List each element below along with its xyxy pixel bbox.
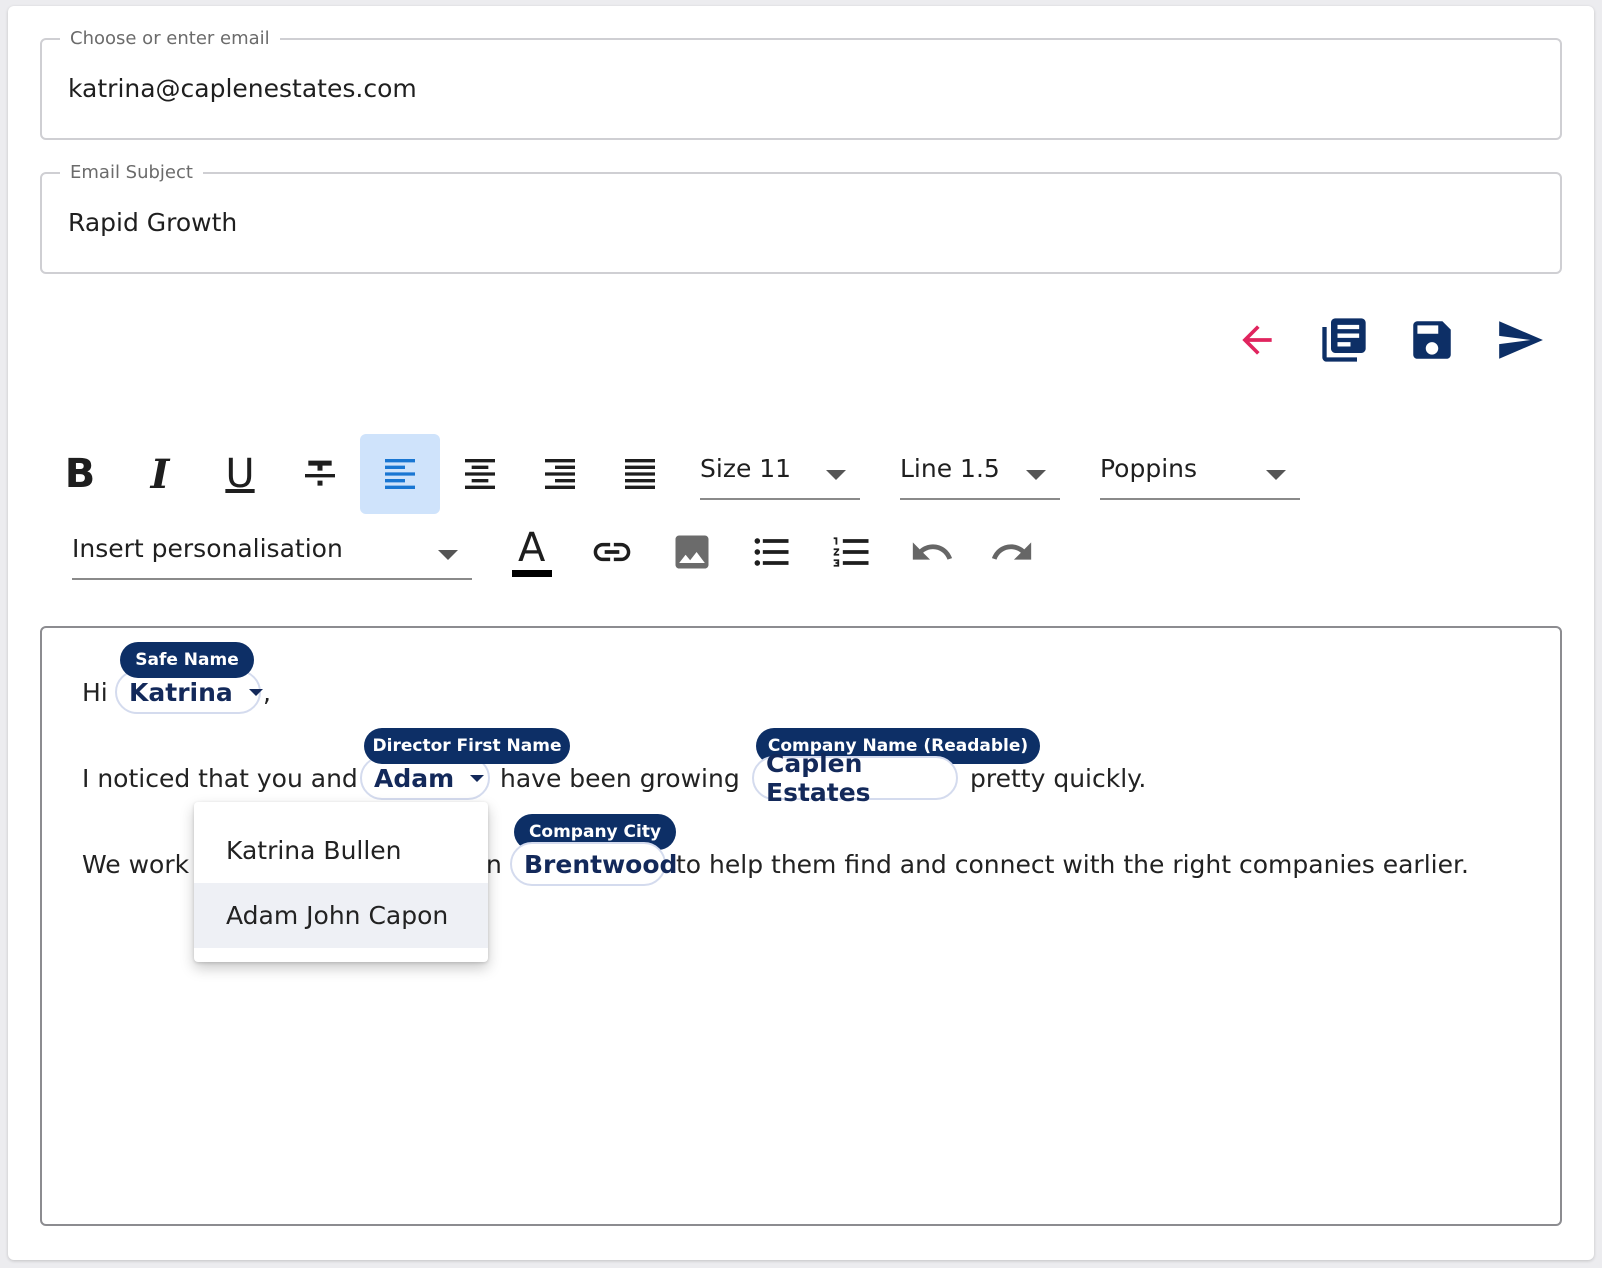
font-family-select[interactable]: Poppins — [1100, 444, 1300, 500]
send-icon — [1499, 321, 1543, 359]
insert-image-button[interactable] — [662, 522, 722, 582]
insert-link-button[interactable] — [582, 522, 642, 582]
personalisation-chip-company-city[interactable]: Brentwood — [510, 842, 677, 886]
director-name-dropdown: Katrina Bullen Adam John Capon — [194, 802, 488, 962]
subject-field-value[interactable]: Rapid Growth — [68, 208, 237, 237]
font-size-value: Size 11 — [700, 454, 792, 483]
text-color-bar — [512, 570, 552, 577]
underline-icon: U — [225, 451, 255, 497]
link-icon — [593, 542, 631, 562]
text-color-button[interactable]: A — [502, 522, 562, 582]
subject-field-label: Email Subject — [60, 162, 203, 183]
bulleted-list-icon — [754, 538, 789, 566]
italic-icon: I — [150, 450, 170, 498]
subject-field[interactable]: Email Subject Rapid Growth — [40, 162, 1562, 274]
align-center-icon — [465, 459, 495, 489]
body-text: n — [486, 850, 502, 879]
bold-icon: B — [64, 451, 96, 497]
chevron-down-icon — [1026, 470, 1046, 480]
back-arrow-icon — [1242, 325, 1272, 355]
align-left-icon — [385, 459, 415, 489]
back-button[interactable] — [1229, 312, 1285, 368]
template-icon — [1322, 318, 1366, 362]
align-right-button[interactable] — [520, 434, 600, 514]
chevron-down-icon — [248, 688, 263, 696]
body-text: have been growing — [500, 764, 740, 793]
chevron-down-icon — [826, 470, 846, 480]
chip-value: Adam — [374, 763, 455, 793]
send-button[interactable] — [1492, 312, 1548, 368]
email-field[interactable]: Choose or enter email katrina@caplenesta… — [40, 28, 1562, 140]
strikethrough-button[interactable] — [280, 434, 360, 514]
align-justify-icon — [625, 459, 655, 489]
line-height-select[interactable]: Line 1.5 — [900, 444, 1060, 500]
body-text: I noticed that you and — [82, 764, 358, 793]
body-text: Hi — [82, 678, 108, 707]
personalisation-chip-company-name[interactable]: Caplen Estates — [752, 749, 958, 807]
justify-button[interactable] — [600, 434, 680, 514]
undo-icon — [912, 542, 953, 560]
email-field-value[interactable]: katrina@caplenestates.com — [68, 74, 417, 103]
tag-safe-name: Safe Name — [120, 642, 254, 678]
text-color-letter: A — [518, 525, 546, 571]
save-icon — [1413, 321, 1451, 359]
strikethrough-icon — [305, 460, 335, 486]
font-family-value: Poppins — [1100, 454, 1198, 483]
body-text: We work — [82, 850, 190, 879]
save-button[interactable] — [1404, 312, 1460, 368]
email-field-label: Choose or enter email — [60, 28, 280, 49]
align-left-button[interactable] — [360, 434, 440, 514]
text-color-icon: A — [510, 525, 554, 577]
chevron-down-icon — [438, 550, 458, 560]
align-right-icon — [545, 459, 575, 489]
insert-personalisation-select[interactable]: Insert personalisation — [72, 524, 472, 580]
line-height-value: Line 1.5 — [900, 454, 1000, 483]
body-text: , — [263, 678, 271, 707]
font-size-select[interactable]: Size 11 — [700, 444, 860, 500]
numbered-list-icon — [833, 537, 869, 567]
bold-button[interactable]: B — [40, 434, 120, 514]
template-button[interactable] — [1316, 312, 1372, 368]
body-text: pretty quickly. — [970, 764, 1147, 793]
dropdown-option[interactable]: Katrina Bullen — [194, 818, 488, 883]
underline-button[interactable]: U — [200, 434, 280, 514]
undo-button[interactable] — [902, 522, 962, 582]
body-text: to help them find and connect with the r… — [676, 850, 1469, 879]
chip-value: Katrina — [129, 677, 233, 707]
align-center-button[interactable] — [440, 434, 520, 514]
redo-icon — [991, 542, 1032, 560]
tag-director-first-name: Director First Name — [364, 728, 570, 764]
chevron-down-icon — [470, 774, 485, 782]
bulleted-list-button[interactable] — [742, 522, 802, 582]
image-icon — [675, 535, 709, 569]
chip-value: Brentwood — [524, 849, 678, 879]
redo-button[interactable] — [982, 522, 1042, 582]
dropdown-option[interactable]: Adam John Capon — [194, 883, 488, 948]
numbered-list-button[interactable] — [822, 522, 882, 582]
chevron-down-icon — [1266, 470, 1286, 480]
insert-personalisation-label: Insert personalisation — [72, 534, 343, 563]
italic-button[interactable]: I — [120, 434, 200, 514]
chip-value: Caplen Estates — [766, 749, 871, 807]
